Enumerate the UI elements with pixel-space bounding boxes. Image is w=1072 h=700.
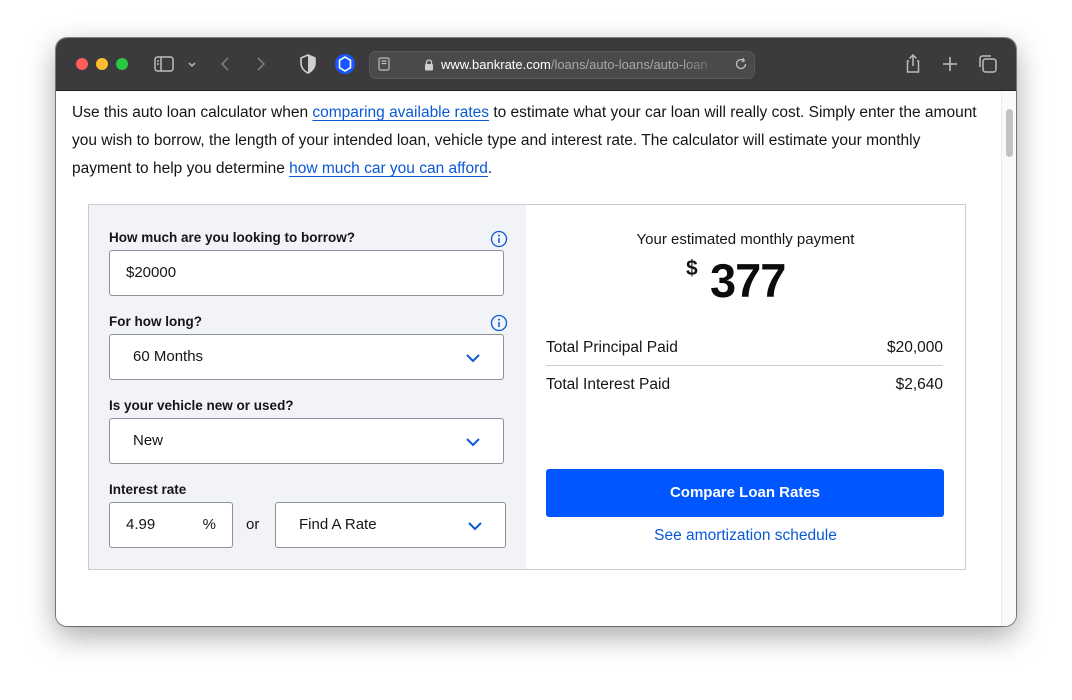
interest-label: Total Interest Paid (546, 376, 671, 393)
afford-link[interactable]: how much car you can afford (289, 160, 488, 177)
lock-icon (424, 58, 434, 71)
vehicle-label: Is your vehicle new or used? (109, 398, 294, 413)
intro-paragraph: Use this auto loan calculator when compa… (72, 99, 982, 183)
page-icon (376, 56, 392, 72)
scrollbar-thumb[interactable] (1006, 109, 1013, 157)
back-button[interactable] (214, 52, 238, 76)
url-host: www.bankrate.com (441, 57, 551, 72)
info-icon[interactable] (490, 314, 508, 332)
principal-label: Total Principal Paid (546, 339, 678, 356)
share-icon[interactable] (901, 52, 925, 76)
results-divider (546, 365, 943, 366)
forward-button[interactable] (248, 52, 272, 76)
percent-sign: % (202, 516, 216, 533)
calculator-results: Your estimated monthly payment $ 377 Tot… (526, 205, 965, 569)
interest-value: $2,640 (895, 376, 943, 393)
loan-term-value: 60 Months (133, 348, 204, 365)
interest-rate-value: 4.99 (126, 516, 156, 533)
new-tab-icon[interactable] (938, 52, 962, 76)
estimated-payment-label: Your estimated monthly payment (636, 231, 855, 248)
loan-amount-value: $20000 (126, 264, 177, 281)
find-a-rate-value: Find A Rate (299, 516, 377, 533)
close-window-button[interactable] (76, 58, 88, 70)
amortization-schedule-link[interactable]: See amortization schedule (526, 527, 965, 545)
chevron-down-icon (465, 435, 481, 449)
reload-icon[interactable] (734, 57, 748, 71)
borrow-label: How much are you looking to borrow? (109, 230, 356, 245)
sidebar-toggle-icon[interactable] (152, 52, 176, 76)
compare-loan-rates-button[interactable]: Compare Loan Rates (546, 469, 944, 517)
auto-loan-calculator: How much are you looking to borrow? $200… (88, 204, 966, 570)
chevron-down-icon (465, 351, 481, 365)
currency-symbol: $ (686, 257, 698, 280)
principal-row: Total Principal Paid $20,000 (546, 339, 943, 375)
scrollbar[interactable] (1001, 91, 1016, 626)
info-icon[interactable] (490, 230, 508, 248)
loan-amount-input[interactable]: $20000 (109, 250, 504, 296)
address-bar[interactable]: www.bankrate.com/loans/auto-loans/auto-l… (369, 51, 755, 79)
chevron-down-icon[interactable] (180, 52, 196, 76)
interest-row: Total Interest Paid $2,640 (546, 376, 943, 412)
find-a-rate-select[interactable]: Find A Rate (275, 502, 506, 548)
monthly-payment-amount: 377 (710, 254, 786, 307)
zoom-window-button[interactable] (116, 58, 128, 70)
interest-rate-label: Interest rate (109, 482, 187, 497)
or-text: or (246, 516, 260, 533)
url-path: /loans/auto-loans/auto-loan (550, 57, 708, 72)
browser-window: www.bankrate.com/loans/auto-loans/auto-l… (56, 38, 1016, 626)
loan-term-select[interactable]: 60 Months (109, 334, 504, 380)
minimize-window-button[interactable] (96, 58, 108, 70)
extension-icon[interactable] (333, 52, 357, 76)
interest-rate-input[interactable]: 4.99 % (109, 502, 233, 548)
url-text: www.bankrate.com/loans/auto-loans/auto-l… (441, 57, 723, 73)
vehicle-type-select[interactable]: New (109, 418, 504, 464)
vehicle-type-value: New (133, 432, 164, 449)
page-content: Use this auto loan calculator when compa… (56, 91, 1016, 626)
comparing-rates-link[interactable]: comparing available rates (312, 104, 489, 121)
tab-overview-icon[interactable] (976, 52, 1000, 76)
browser-toolbar: www.bankrate.com/loans/auto-loans/auto-l… (56, 38, 1016, 91)
term-label: For how long? (109, 314, 202, 329)
chevron-down-icon (467, 519, 483, 533)
intro-text-1: Use this auto loan calculator when (72, 104, 313, 121)
intro-text-3: . (487, 160, 493, 177)
shield-icon[interactable] (296, 52, 320, 76)
calculator-form: How much are you looking to borrow? $200… (89, 205, 526, 569)
principal-value: $20,000 (886, 339, 943, 356)
